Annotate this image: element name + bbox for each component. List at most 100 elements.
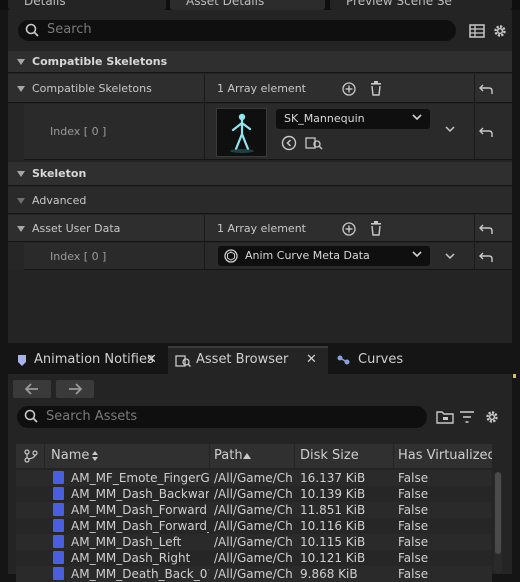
tab-asset-browser[interactable]: Asset Browser ✕ [168,346,328,374]
branch-icon [24,449,38,463]
asset-path-cell: /All/Game/Ch [214,535,293,549]
array-element-row: Index [ 0 ] SK_Mannequin [8,104,512,160]
skeleton-thumbnail[interactable] [216,108,267,157]
advanced-label: Advanced [32,194,87,207]
column-divider [474,74,475,102]
details-search-row: Search [8,10,512,48]
asset-search-input[interactable]: Search Assets [17,406,427,428]
asset-virtualized-cell: False [398,503,429,517]
tab-details[interactable]: Details [8,0,166,10]
use-selected-asset-icon[interactable] [281,135,297,151]
property-label: Asset User Data [32,222,121,235]
lower-tab-bar: Animation Notifies ✕ Asset Browser ✕ Cur… [0,346,520,374]
column-divider [474,215,475,241]
asset-size-cell: 9.868 KiB [300,567,358,581]
asset-path-cell: /All/Game/Ch [214,487,293,501]
asset-name-cell: AM_MM_Dash_Forward_ [71,519,209,533]
column-divider [204,215,205,241]
asset-name-cell: AM_MM_Dash_Right [71,551,191,565]
expand-triangle-icon [17,59,25,65]
tab-asset-details[interactable]: Asset Details [170,0,325,10]
column-label: Path [214,448,243,463]
scrollbar-thumb[interactable] [495,472,501,554]
property-compatible-skeletons: Compatible Skeletons 1 Array element [8,74,512,103]
add-element-icon[interactable] [342,222,356,236]
reset-to-default-icon[interactable] [479,83,493,95]
search-icon [24,409,38,423]
top-tab-strip: Details Asset Details Preview Scene Se [0,0,520,10]
notify-icon [18,355,26,366]
tab-label: Preview Scene Se [346,0,452,8]
arrow-right-icon [69,383,82,395]
asset-virtualized-cell: False [398,519,429,533]
chevron-down-icon [412,114,422,121]
asset-path-cell: /All/Game/Ch [214,519,293,533]
column-header-path[interactable]: Path [210,444,294,468]
tab-curves[interactable]: Curves [332,346,452,374]
trash-icon[interactable] [369,221,383,236]
column-divider [474,243,475,269]
sort-both-icon [92,451,98,461]
gear-icon[interactable] [491,23,509,39]
reset-to-default-icon[interactable] [479,126,493,138]
tab-label: Details [24,0,66,8]
folder-icon[interactable] [436,410,454,424]
asset-virtualized-cell: False [398,487,429,501]
gear-icon[interactable] [483,409,501,425]
expand-element-chevron-icon[interactable] [445,253,455,260]
reset-to-default-icon[interactable] [479,223,493,235]
anim-montage-file-icon [53,503,64,516]
column-divider [204,104,205,159]
index-label: Index [ 0 ] [50,125,107,138]
column-label: Disk Size [300,448,359,463]
expand-element-chevron-icon[interactable] [445,126,455,133]
asset-virtualized-cell: False [398,471,429,485]
indent-gutter [8,243,24,270]
trash-icon[interactable] [369,81,383,96]
table-view-icon[interactable] [468,23,486,39]
browse-asset-icon[interactable] [305,135,323,151]
filter-icon[interactable] [459,410,475,424]
asset-name-cell: AM_MM_Dash_Backwar [71,487,209,501]
category-skeleton[interactable]: Skeleton [8,162,512,186]
column-header-disk-size[interactable]: Disk Size [295,444,393,468]
close-icon[interactable]: ✕ [306,346,317,374]
column-header-source-control[interactable] [16,444,44,468]
asset-path-cell: /All/Game/Ch [214,471,293,485]
property-label: Compatible Skeletons [32,82,152,95]
anim-montage-file-icon [53,487,64,500]
dropdown-value: SK_Mannequin [284,112,365,125]
tab-animation-notifies[interactable]: Animation Notifies ✕ [8,346,166,374]
details-search-input[interactable]: Search [18,20,456,41]
close-icon[interactable]: ✕ [146,346,157,374]
skeleton-asset-dropdown[interactable]: SK_Mannequin [276,109,430,129]
tab-preview-scene-settings[interactable]: Preview Scene Se [330,0,512,10]
asset-user-data-class-dropdown[interactable]: Anim Curve Meta Data [218,246,430,266]
forward-button[interactable] [56,380,94,398]
column-header-name[interactable]: Name [45,444,209,468]
anim-montage-file-icon [53,535,64,548]
asset-browser-icon [175,355,191,367]
reset-to-default-icon[interactable] [479,251,493,263]
asset-size-cell: 10.121 KiB [300,551,366,565]
advanced-section-toggle[interactable]: Advanced [8,187,512,214]
asset-size-cell: 10.139 KiB [300,487,366,501]
asset-size-cell: 10.115 KiB [300,535,366,549]
add-element-icon[interactable] [342,82,356,96]
column-divider [204,243,205,269]
back-button[interactable] [13,380,51,398]
expand-triangle-icon[interactable] [17,86,25,92]
asset-size-cell: 16.137 KiB [300,471,366,485]
asset-name-cell: AM_MM_Dash_Left [71,535,182,549]
asset-path-cell: /All/Game/Ch [214,503,293,517]
tab-label: Animation Notifies [34,352,154,367]
asset-size-cell: 11.851 KiB [300,503,366,517]
curves-icon [337,355,350,365]
column-header-has-virtualized-data[interactable]: Has Virtualized D [394,444,492,468]
expand-triangle-icon[interactable] [17,226,25,232]
column-divider [204,74,205,102]
column-label: Name [51,448,90,463]
anim-montage-file-icon [53,551,64,564]
category-compatible-skeletons[interactable]: Compatible Skeletons [8,51,512,73]
asset-name-cell: AM_MM_Dash_Forward [71,503,207,517]
